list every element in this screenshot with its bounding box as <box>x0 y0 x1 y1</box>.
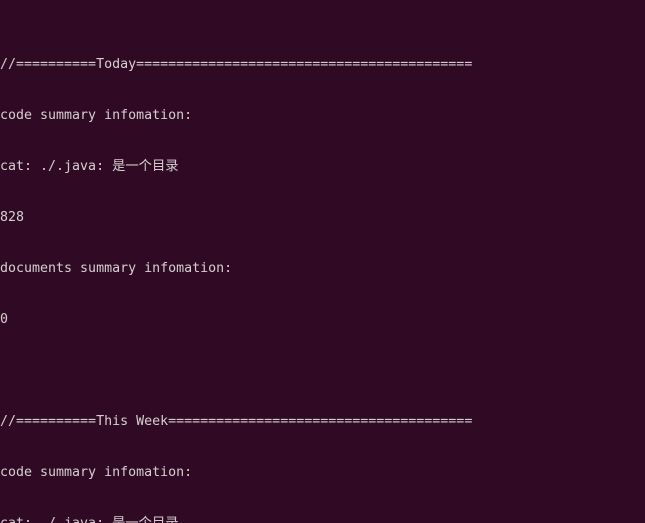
terminal-line: code summary infomation: <box>0 108 193 123</box>
terminal-line: cat: ./.java: 是一个目录 <box>0 515 645 523</box>
terminal-line: cat: ./.java: 是一个目录 <box>0 159 179 174</box>
terminal-output: //==========Today=======================… <box>0 5 645 523</box>
terminal-line: 828 <box>0 210 25 225</box>
terminal-line: 0 <box>0 312 9 327</box>
terminal-line: code summary infomation: <box>0 465 193 480</box>
terminal-line: //==========This Week===================… <box>0 414 473 429</box>
terminal-line: //==========Today=======================… <box>0 57 473 72</box>
terminal-window[interactable]: //==========Today=======================… <box>0 0 645 523</box>
terminal-line: documents summary infomation: <box>0 261 233 276</box>
